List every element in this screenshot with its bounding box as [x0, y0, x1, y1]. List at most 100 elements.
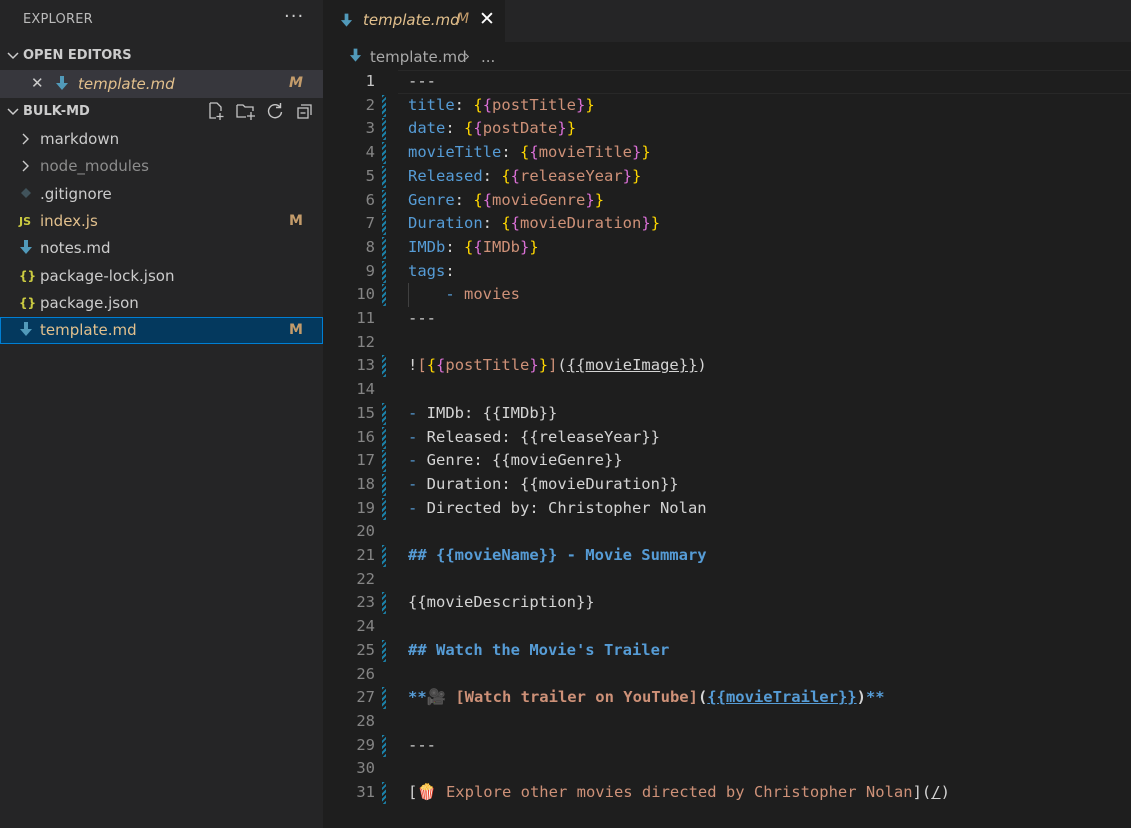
code-line[interactable]: 12: [323, 331, 1131, 355]
code-line[interactable]: 9 tags:: [323, 260, 1131, 284]
tree-item-gitignore[interactable]: .gitignore: [0, 181, 323, 208]
modified-gutter-marker[interactable]: [382, 165, 386, 188]
js-icon: JS: [19, 214, 32, 228]
tree-item-label: notes.md: [40, 239, 111, 258]
modified-gutter-marker[interactable]: [382, 213, 386, 236]
code-line[interactable]: 4 movieTitle: {{movieTitle}}: [323, 141, 1131, 165]
code-line[interactable]: 24: [323, 615, 1131, 639]
modified-gutter-marker[interactable]: [382, 545, 386, 567]
refresh-icon[interactable]: [265, 101, 285, 121]
modified-gutter-marker[interactable]: [382, 450, 386, 473]
code-line[interactable]: 8 IMDb: {{IMDb}}: [323, 236, 1131, 260]
code-line[interactable]: 5 Released: {{releaseYear}}: [323, 165, 1131, 189]
modified-gutter-marker[interactable]: [382, 473, 386, 496]
tree-item-package-json[interactable]: {} package.json: [0, 290, 323, 317]
modified-badge: M: [289, 75, 303, 91]
tree-item-markdown[interactable]: markdown: [0, 126, 323, 153]
editor-area: template.md M ✕ template.md › ... 1 --- 2 t…: [323, 0, 1131, 828]
open-editor-name: template.md: [78, 75, 175, 93]
markdown-icon: [19, 240, 35, 256]
breadcrumb: template.md › ...: [323, 44, 1131, 68]
line-text: ---: [408, 735, 436, 754]
line-text: ## Watch the Movie's Trailer: [408, 640, 670, 659]
tree-item-package-lock-json[interactable]: {} package-lock.json: [0, 263, 323, 290]
line-text: ---: [408, 72, 436, 90]
code-line[interactable]: 2 title: {{postTitle}}: [323, 94, 1131, 118]
code-line[interactable]: 6 Genre: {{movieGenre}}: [323, 189, 1131, 213]
code-line[interactable]: 13 ![{{postTitle}}]({{movieImage}}): [323, 354, 1131, 378]
modified-gutter-marker[interactable]: [382, 236, 386, 259]
breadcrumb-symbols[interactable]: ...: [481, 48, 495, 66]
code-line[interactable]: 16 - Released: {{releaseYear}}: [323, 426, 1131, 450]
code-line[interactable]: 21 ## {{movieName}} - Movie Summary: [323, 544, 1131, 568]
code-line[interactable]: 17 - Genre: {{movieGenre}}: [323, 449, 1131, 473]
tree-item-index-js[interactable]: JS index.js M: [0, 208, 323, 235]
collapse-all-icon[interactable]: [295, 101, 315, 121]
line-text: ![{{postTitle}}]({{movieImage}}): [408, 356, 707, 375]
tab-template-md[interactable]: template.md M ✕: [323, 0, 505, 42]
code-line[interactable]: 10 - movies: [323, 283, 1131, 307]
open-editor-item[interactable]: ✕ template.md M: [0, 70, 323, 98]
tree-item-label: node_modules: [40, 157, 149, 176]
open-editors-header[interactable]: OPEN EDITORS: [0, 43, 323, 69]
line-text: title: {{postTitle}}: [408, 95, 595, 114]
code-line[interactable]: 31 [🍿 Explore other movies directed by Ch…: [323, 781, 1131, 805]
line-number: 8: [365, 237, 375, 256]
code-line[interactable]: 27 **🎥 [Watch trailer on YouTube]({{movie…: [323, 686, 1131, 710]
line-number: 27: [356, 688, 375, 707]
code-line[interactable]: 30: [323, 757, 1131, 781]
breadcrumb-separator: ›: [464, 47, 470, 65]
line-text: [🍿 Explore other movies directed by Chri…: [408, 783, 950, 801]
line-text: - Genre: {{movieGenre}}: [408, 451, 623, 470]
modified-gutter-marker[interactable]: [382, 426, 386, 449]
current-line-highlight: [398, 70, 1131, 94]
tree-item-node-modules[interactable]: node_modules: [0, 153, 323, 180]
code-line[interactable]: 20: [323, 520, 1131, 544]
modified-gutter-marker[interactable]: [382, 782, 386, 804]
line-text: ## {{movieName}} - Movie Summary: [408, 546, 707, 564]
code-line[interactable]: 18 - Duration: {{movieDuration}}: [323, 473, 1131, 497]
line-number: 21: [356, 546, 375, 564]
code-line[interactable]: 14: [323, 378, 1131, 402]
modified-gutter-marker[interactable]: [382, 142, 386, 165]
tree-item-label: package.json: [40, 293, 139, 312]
code-line[interactable]: 23 {{movieDescription}}: [323, 591, 1131, 615]
modified-gutter-marker[interactable]: [382, 734, 386, 757]
breadcrumb-file[interactable]: template.md: [370, 48, 467, 66]
code-line[interactable]: 26: [323, 663, 1131, 687]
modified-gutter-marker[interactable]: [382, 402, 386, 425]
line-number: 30: [356, 759, 375, 778]
code-line[interactable]: 25 ## Watch the Movie's Trailer: [323, 639, 1131, 663]
modified-gutter-marker[interactable]: [382, 355, 386, 378]
modified-gutter-marker[interactable]: [382, 284, 386, 307]
modified-gutter-marker[interactable]: [382, 94, 386, 117]
tab-label: template.md: [363, 11, 460, 29]
tree-item-template-md[interactable]: template.md M: [0, 317, 323, 345]
modified-gutter-marker[interactable]: [382, 497, 386, 520]
code-line[interactable]: 15 - IMDb: {{IMDb}}: [323, 402, 1131, 426]
tree-item-notes-md[interactable]: notes.md: [0, 235, 323, 262]
tab-close-icon[interactable]: ✕: [479, 8, 495, 30]
code-line[interactable]: 22: [323, 568, 1131, 592]
code-line[interactable]: 3 date: {{postDate}}: [323, 117, 1131, 141]
modified-gutter-marker[interactable]: [382, 118, 386, 141]
more-actions-icon[interactable]: ···: [284, 6, 304, 27]
modified-gutter-marker[interactable]: [382, 260, 386, 283]
code-line[interactable]: 19 - Directed by: Christopher Nolan: [323, 497, 1131, 521]
line-text: IMDb: {{IMDb}}: [408, 237, 539, 256]
close-icon[interactable]: ✕: [31, 74, 44, 92]
code-line[interactable]: 1 ---: [323, 70, 1131, 94]
modified-gutter-marker[interactable]: [382, 189, 386, 212]
modified-gutter-marker[interactable]: [382, 592, 386, 615]
new-folder-icon[interactable]: [235, 101, 255, 121]
code-line[interactable]: 7 Duration: {{movieDuration}}: [323, 212, 1131, 236]
new-file-icon[interactable]: [206, 101, 226, 121]
line-number: 5: [365, 166, 375, 185]
modified-gutter-marker[interactable]: [382, 639, 386, 662]
modified-badge: M: [289, 212, 303, 229]
line-number: 7: [365, 214, 375, 233]
code-line[interactable]: 11 ---: [323, 307, 1131, 331]
code-line[interactable]: 29 ---: [323, 734, 1131, 758]
code-line[interactable]: 28: [323, 710, 1131, 734]
modified-gutter-marker[interactable]: [382, 687, 386, 710]
